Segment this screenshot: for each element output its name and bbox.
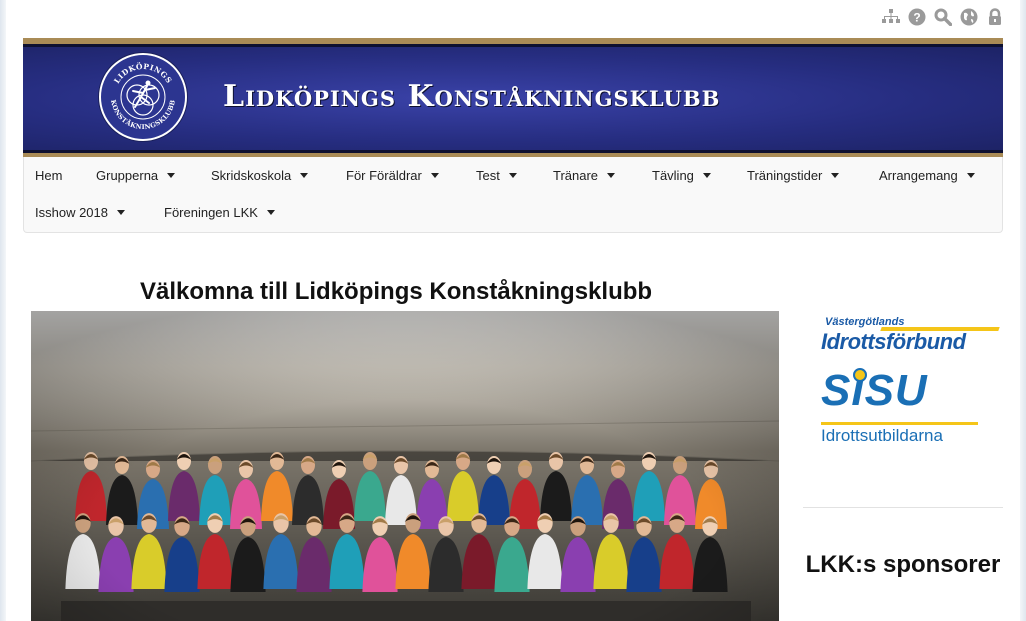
main-navigation: Hem Grupperna Skridskoskola För Föräldra… [23,157,1003,233]
group-photo [31,311,779,621]
page-edge-right [1020,0,1026,621]
nav-item-label: Isshow 2018 [35,204,108,220]
sisu-logo-link[interactable]: SISU Idrottsutbildarna [821,366,1001,451]
nav-item-label: Träningstider [747,167,823,183]
globe-icon[interactable] [960,8,978,26]
sisu-logo-subtitle: Idrottsutbildarna [821,426,943,445]
chevron-down-icon [300,172,309,178]
nav-item-label: Tävling [652,167,694,183]
sisu-logo-line [821,422,978,425]
chevron-down-icon [167,172,176,178]
chevron-down-icon [702,172,711,178]
search-icon[interactable] [934,8,952,26]
vgif-logo-link[interactable]: Västergötlands Idrottsförbund [821,316,1000,358]
nav-item-traningstider[interactable]: Träningstider [747,157,879,193]
vgif-logo-line2: Idrottsförbund [821,329,966,354]
utility-toolbar: ? [882,8,1004,26]
nav-item-tranare[interactable]: Tränare [553,157,652,193]
svg-text:LIDKÖPINGS: LIDKÖPINGS [112,62,174,85]
nav-item-isshow-2018[interactable]: Isshow 2018 [24,194,164,230]
nav-item-test[interactable]: Test [476,157,553,193]
nav-item-arrangemang[interactable]: Arrangemang [879,157,989,193]
sisu-logo-wordmark: SISU [821,366,928,415]
vgif-logo-line1: Västergötlands [825,316,905,328]
page-title: Välkomna till Lidköpings Konståkningsklu… [140,278,653,305]
nav-item-label: Hem [35,167,63,183]
svg-text:?: ? [913,11,920,25]
sponsors-heading: LKK:s sponsorer [805,551,1001,578]
chevron-down-icon [117,209,125,215]
nav-item-foreningen-lkk[interactable]: Föreningen LKK [164,194,294,230]
help-icon[interactable]: ? [908,8,926,26]
chevron-down-icon [966,172,975,178]
chevron-down-icon [831,172,840,178]
nav-item-hem[interactable]: Hem [24,157,96,193]
nav-item-label: Skridskoskola [211,167,292,183]
nav-item-label: Arrangemang [879,167,958,183]
nav-item-label: Tränare [553,167,599,183]
page-edge-left [0,0,6,621]
nav-item-label: Test [476,167,500,183]
chevron-down-icon [607,172,616,178]
nav-item-skridskoskola[interactable]: Skridskoskola [211,157,346,193]
logo-text-top: LIDKÖPINGS [112,62,173,85]
nav-item-for-foraldrar[interactable]: För Föräldrar [346,157,476,193]
site-title: Lidköpings Konståkningsklubb [223,79,721,114]
chevron-down-icon [266,209,275,215]
lock-icon[interactable] [986,8,1004,26]
chevron-down-icon [430,172,439,178]
nav-item-tavling[interactable]: Tävling [652,157,747,193]
nav-item-grupperna[interactable]: Grupperna [96,157,211,193]
nav-row-1: Hem Grupperna Skridskoskola För Föräldra… [24,157,989,193]
sitemap-icon[interactable] [882,8,900,26]
nav-row-2: Isshow 2018 Föreningen LKK [24,194,294,230]
nav-item-label: Grupperna [96,167,159,183]
nav-item-label: Föreningen LKK [164,204,258,220]
sisu-ball-icon [853,368,867,382]
club-logo[interactable]: LIDKÖPINGS KONSTÅKNINGSKLUBB [99,53,187,141]
site-banner[interactable]: LIDKÖPINGS KONSTÅKNINGSKLUBB Lidköpings … [23,38,1003,159]
nav-item-label: För Föräldrar [346,167,422,183]
chevron-down-icon [508,172,517,178]
sidebar-divider [803,507,1003,508]
